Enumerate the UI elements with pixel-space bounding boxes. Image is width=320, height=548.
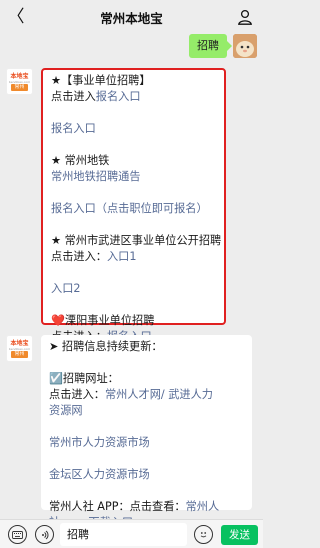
message-line: ★ 常州市武进区事业单位公开招聘 [51, 234, 222, 247]
bot-avatar[interactable]: 本地宝 bendibao.com 常州 [6, 68, 33, 95]
line-spacer [51, 265, 216, 281]
bot-avatar[interactable]: 本地宝 bendibao.com 常州 [6, 335, 33, 362]
message-line: 常州地铁招聘通告 [51, 169, 216, 185]
keyboard-icon[interactable] [8, 525, 27, 544]
message-line: 点击进入：常州人才网/ 武进人力 [49, 387, 244, 403]
message-text: 点击进入 [51, 90, 96, 103]
voice-icon[interactable] [35, 525, 54, 544]
bot-avatar-domain: bendibao.com [8, 79, 31, 84]
message-input[interactable]: 招聘 [60, 523, 187, 546]
bot-avatar-logo-text: 本地宝 [10, 339, 29, 347]
message-line: 点击进入报名入口 [51, 89, 216, 105]
message-line: 常州市人力资源市场 [49, 435, 244, 451]
message-link[interactable]: 资源网 [49, 404, 83, 417]
message-text: 常州人社 APP：点击查看： [49, 500, 186, 513]
user-message-bubble: 招聘 [189, 34, 232, 58]
message-line: 报名入口 [51, 121, 216, 137]
bot-avatar-city: 常州 [11, 350, 28, 358]
bot-reply-jobs-list: ★【事业单位招聘】 点击进入报名入口 报名入口 ★ 常州地铁 常州地铁招聘通告 报名入口（… [41, 68, 226, 343]
message-link[interactable]: 常州地铁招聘通告 [51, 170, 141, 183]
chat-title: 常州本地宝 [100, 10, 163, 26]
top-bar: 〈 常州本地宝 [0, 0, 263, 34]
user-icon[interactable] [237, 9, 253, 25]
user-avatar-image [233, 34, 257, 58]
line-spacer [51, 137, 216, 153]
emoji-icon[interactable] [194, 525, 213, 544]
message-line: ★【事业单位招聘】 [51, 74, 151, 87]
user-avatar[interactable] [233, 34, 257, 58]
message-line: ☑️招聘网址： [49, 372, 119, 385]
bot-avatar-domain: bendibao.com [8, 346, 31, 351]
send-button[interactable]: 发送 [221, 525, 258, 545]
bot-avatar-logo-text: 本地宝 [10, 72, 29, 80]
message-line: 报名入口（点击职位即可报名） [51, 201, 216, 217]
line-spacer [51, 105, 216, 121]
message-link[interactable]: 常州人才网/ 武进人力 [105, 388, 213, 401]
message-line: 点击进入：入口1 [51, 249, 216, 265]
line-spacer [51, 297, 216, 313]
message-line: 入口2 [51, 281, 216, 297]
user-message-row: 招聘 [189, 34, 257, 58]
bot-avatar-city: 常州 [11, 83, 28, 91]
line-spacer [49, 355, 244, 371]
message-link[interactable]: 入口2 [51, 282, 81, 295]
message-line: 常州人社 APP：点击查看：常州人 [49, 499, 244, 515]
message-link[interactable]: 入口1 [107, 250, 137, 263]
message-line: ➤ 招聘信息持续更新： [49, 340, 163, 353]
message-link[interactable]: 报名入口 [96, 90, 141, 103]
line-spacer [49, 483, 244, 499]
message-link[interactable]: 常州人 [186, 500, 220, 513]
message-link[interactable]: 报名入口 [51, 122, 96, 135]
back-icon[interactable]: 〈 [6, 7, 26, 27]
message-line: ★ 常州地铁 [51, 154, 110, 167]
bot-reply-job-sites: ➤ 招聘信息持续更新： ☑️招聘网址： 点击进入：常州人才网/ 武进人力 资源网 常州市… [41, 335, 252, 529]
message-line: 资源网 [49, 403, 244, 419]
line-spacer [51, 185, 216, 201]
message-link[interactable]: 报名入口（点击职位即可报名） [51, 202, 208, 215]
message-text: 点击进入： [51, 250, 107, 263]
message-line: 金坛区人力资源市场 [49, 467, 244, 483]
message-link[interactable]: 常州市人力资源市场 [49, 436, 150, 449]
message-text: 点击进入： [49, 388, 105, 401]
message-line: ❤️溧阳事业单位招聘 [51, 314, 155, 327]
line-spacer [51, 217, 216, 233]
line-spacer [49, 451, 244, 467]
input-bar: 招聘 发送 [0, 519, 263, 548]
line-spacer [49, 419, 244, 435]
message-link[interactable]: 金坛区人力资源市场 [49, 468, 150, 481]
